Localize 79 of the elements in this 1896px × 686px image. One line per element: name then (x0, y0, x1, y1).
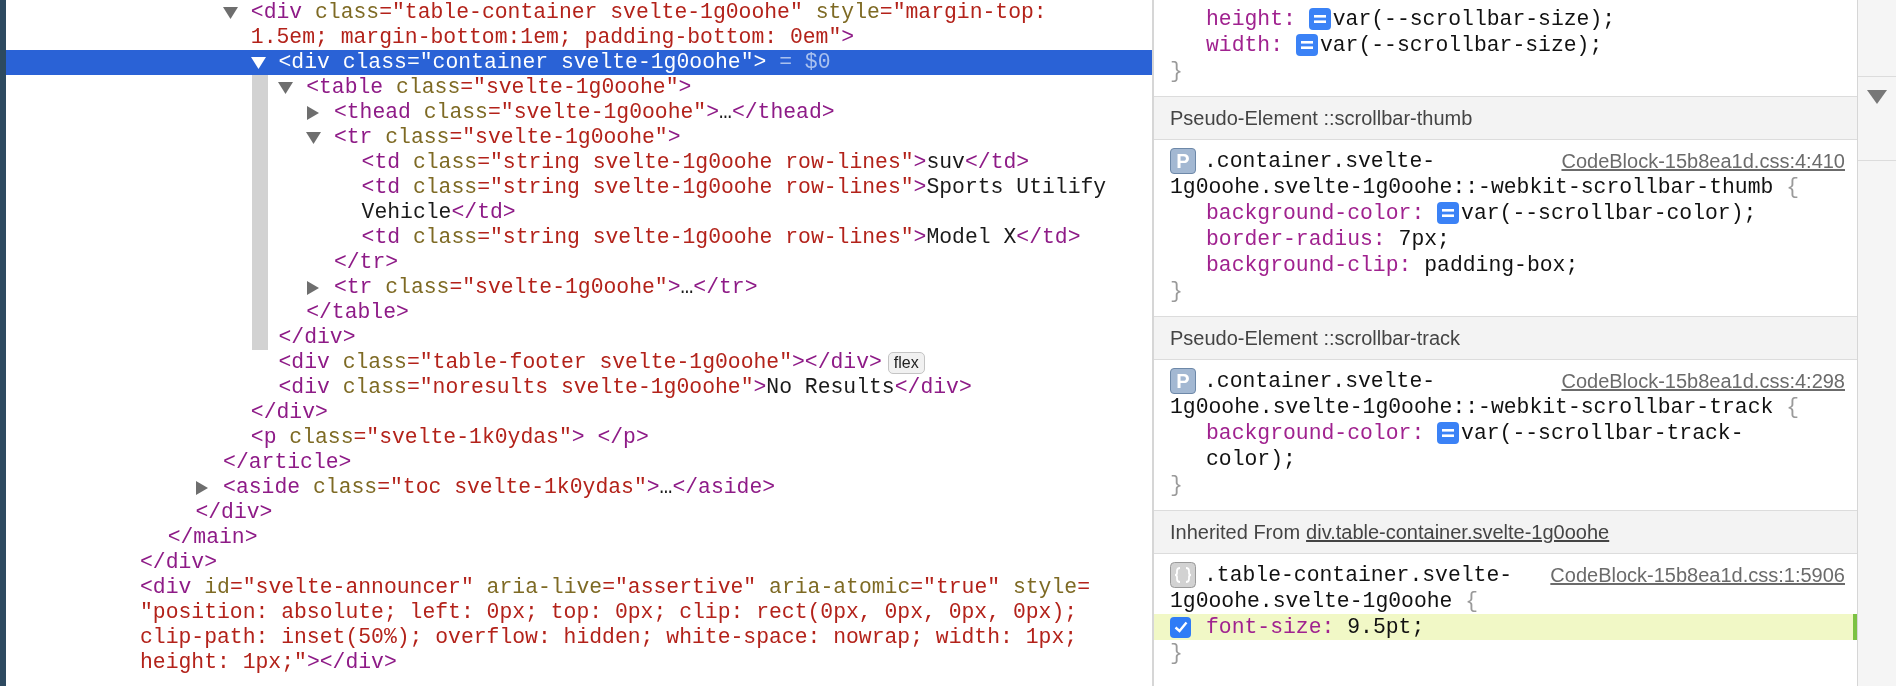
closing-tag-text: </table> (306, 300, 409, 325)
dom-node-text[interactable]: <tr class="svelte-1g0oohe">…</tr> (333, 275, 758, 300)
open-brace: { (1785, 395, 1799, 419)
property-name[interactable]: background-color: (1206, 421, 1425, 445)
closing-tag-text: </main> (167, 525, 258, 550)
variable-icon[interactable] (1295, 34, 1318, 56)
braces-icon (1170, 562, 1196, 588)
close-brace: } (1170, 473, 1183, 497)
open-brace: { (1785, 175, 1799, 199)
property-value[interactable]: 7px; (1398, 227, 1450, 251)
property-name[interactable]: background-color: (1206, 201, 1425, 225)
property-value[interactable]: var(--scrollbar-size); (1332, 7, 1616, 31)
dom-node-text[interactable]: <aside class="toc svelte-1k0ydas">…</aside> (223, 475, 776, 500)
source-link[interactable]: CodeBlock-15b8ea1d.css:1:5906 (1550, 563, 1845, 587)
dropdown-triangle-icon[interactable] (1867, 90, 1887, 104)
source-link[interactable]: CodeBlock-15b8ea1d.css:4:298 (1561, 369, 1845, 393)
section-title: Pseudo-Element ::scrollbar-thumb (1170, 106, 1473, 130)
property-name[interactable]: height: (1206, 7, 1296, 31)
dom-node-text[interactable]: clip-path: inset(50%); overflow: hidden; white-space: nowrap; width: 1px; (140, 625, 1078, 650)
rule-selector: .table-container.svelte- (1204, 563, 1513, 587)
disclosure-triangle-icon[interactable] (222, 5, 238, 20)
disclosure-triangle-icon[interactable] (305, 105, 321, 120)
disclosure-triangle-icon[interactable] (305, 130, 321, 145)
closing-tag-text: </div> (278, 325, 356, 350)
dom-node-text[interactable]: <td class="string svelte-1g0oohe row-lines">suv</td> (361, 150, 1030, 175)
pseudo-element-badge: P (1170, 368, 1196, 394)
property-checkbox[interactable] (1170, 616, 1191, 638)
dom-node-text[interactable]: <div class="noresults svelte-1g0oohe">No Results</div> (278, 375, 972, 400)
open-brace: { (1464, 589, 1479, 613)
dom-node-text[interactable]: height: 1px;"></div> (140, 650, 397, 675)
dom-node-text[interactable]: <td class="string svelte-1g0oohe row-lines">Sports Utilify (361, 175, 1107, 200)
closing-tag-text: </tr> (333, 250, 399, 275)
dom-node-text[interactable]: <div id="svelte-announcer" aria-live="assertive" aria-atomic="true" style= (140, 575, 1090, 600)
property-value[interactable]: padding-box; (1424, 253, 1579, 277)
closing-tag-text: </div> (195, 500, 273, 525)
property-value[interactable]: 9.5pt; (1347, 615, 1425, 639)
property-value[interactable]: color); (1206, 447, 1296, 471)
dom-node-text[interactable]: 1.5em; margin-bottom:1em; padding-bottom: 0em"> (250, 25, 855, 50)
rule-selector: .container.svelte- (1204, 149, 1436, 173)
dom-node-text[interactable]: <div class="container svelte-1g0oohe"> = $0 (278, 50, 831, 75)
selection-highlight[interactable]: <div class="container svelte-1g0oohe"> = $0 (6, 50, 1152, 75)
dom-node-text[interactable]: <div class="table-container svelte-1g0oohe" style="margin-top: (250, 0, 1047, 25)
close-brace: } (1170, 279, 1183, 303)
closing-tag-text: </div> (250, 400, 328, 425)
variable-icon[interactable] (1437, 422, 1460, 444)
inherited-link[interactable]: div.table-container.svelte-1g0oohe (1306, 520, 1610, 544)
rule-selector: .container.svelte- (1204, 369, 1436, 393)
property-name[interactable]: background-clip: (1206, 253, 1412, 277)
property-name[interactable]: font-size: (1206, 615, 1335, 639)
closing-tag-text: </article> (223, 450, 352, 475)
dom-node-text[interactable]: <thead class="svelte-1g0oohe">…</thead> (333, 100, 835, 125)
variable-icon[interactable] (1437, 202, 1460, 224)
section-title: Pseudo-Element ::scrollbar-track (1170, 326, 1461, 350)
property-value[interactable]: var(--scrollbar-size); (1319, 33, 1603, 57)
disclosure-triangle-icon[interactable] (305, 280, 321, 295)
source-link[interactable]: CodeBlock-15b8ea1d.css:4:410 (1561, 149, 1845, 173)
pseudo-element-badge: P (1170, 148, 1196, 174)
close-brace: } (1170, 59, 1183, 83)
rule-selector: 1g0oohe.svelte-1g0oohe (1170, 589, 1453, 613)
closing-tag-text: </div> (140, 550, 218, 575)
dom-node-text[interactable]: Vehicle</td> (361, 200, 516, 225)
dom-node-text[interactable]: <table class="svelte-1g0oohe"> (306, 75, 692, 100)
section-title: Inherited From (1170, 520, 1301, 544)
disclosure-triangle-icon[interactable] (278, 80, 294, 95)
disclosure-triangle-icon[interactable] (250, 55, 266, 70)
close-brace: } (1170, 641, 1183, 665)
dom-node-text[interactable]: <td class="string svelte-1g0oohe row-lines">Model X</td> (361, 225, 1081, 250)
property-value[interactable]: var(--scrollbar-color); (1461, 201, 1757, 225)
dom-node-text[interactable]: <div class="table-footer svelte-1g0oohe"></div> (278, 350, 882, 375)
property-name[interactable]: width: (1206, 33, 1284, 57)
property-name[interactable]: border-radius: (1206, 227, 1386, 251)
dom-node-text[interactable]: <tr class="svelte-1g0oohe"> (333, 125, 681, 150)
variable-icon[interactable] (1308, 8, 1331, 30)
property-value[interactable]: var(--scrollbar-track- (1461, 421, 1744, 445)
rule-selector: 1g0oohe.svelte-1g0oohe::-webkit-scrollbar-track (1170, 395, 1774, 419)
rule-selector: 1g0oohe.svelte-1g0oohe::-webkit-scrollbar-thumb (1170, 175, 1774, 199)
dom-node-text[interactable]: <p class="svelte-1k0ydas"> </p> (250, 425, 649, 450)
layout-badge[interactable]: flex (887, 351, 925, 374)
dom-node-text[interactable]: "position: absolute; left: 0px; top: 0px; clip: rect(0px, 0px, 0px, 0px); (140, 600, 1078, 625)
